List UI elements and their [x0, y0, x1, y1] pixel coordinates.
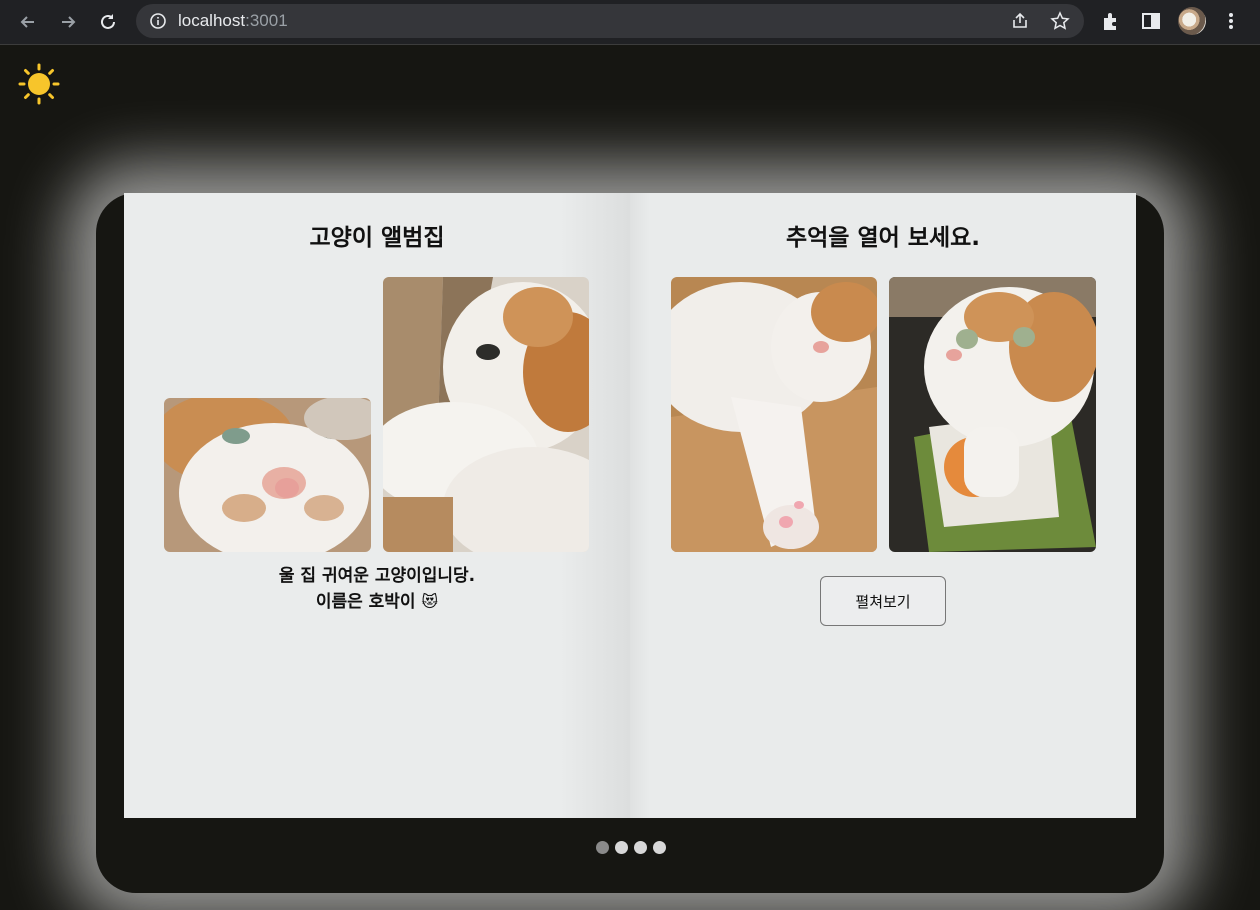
reload-icon[interactable]	[94, 8, 122, 36]
heart-eyes-cat-icon: 😻	[421, 592, 439, 611]
more-menu-icon[interactable]	[1220, 10, 1242, 32]
url-text: localhost:3001	[178, 11, 288, 31]
open-album-button[interactable]: 펼쳐보기	[820, 576, 946, 626]
back-arrow-icon[interactable]	[14, 8, 42, 36]
cat-sleeping-photo	[671, 277, 877, 552]
forward-arrow-icon[interactable]	[54, 8, 82, 36]
bookmark-star-icon[interactable]	[1050, 11, 1070, 31]
cat-in-box-photo	[383, 277, 589, 552]
url-port: :3001	[245, 11, 288, 30]
left-page-caption: 울 집 귀여운 고양이입니당. 이름은 호박이 😻	[124, 563, 630, 615]
page-dot-2[interactable]	[615, 841, 628, 854]
left-page-title: 고양이 앨범집	[309, 225, 445, 251]
address-bar[interactable]: localhost:3001	[136, 4, 1084, 38]
page-dot-3[interactable]	[634, 841, 647, 854]
album-left-page[interactable]: 고양이 앨범집 울 집 귀여운 고양이입니당. 이름은 호박이 😻	[124, 193, 630, 818]
caption-line-1: 울 집 귀여운 고양이입니당.	[278, 566, 476, 586]
browser-toolbar: localhost:3001	[0, 0, 1260, 45]
page-content: 고양이 앨범집 울 집 귀여운 고양이입니당. 이름은 호박이 😻 추억을 열어…	[0, 45, 1260, 910]
side-panel-icon[interactable]	[1140, 10, 1162, 32]
url-host: localhost	[178, 11, 246, 30]
page-dot-1[interactable]	[596, 841, 609, 854]
share-icon[interactable]	[1010, 11, 1030, 31]
sun-icon[interactable]	[18, 63, 60, 105]
profile-avatar[interactable]	[1178, 7, 1206, 35]
site-info-icon[interactable]	[148, 11, 168, 31]
photo-album-book[interactable]: 고양이 앨범집 울 집 귀여운 고양이입니당. 이름은 호박이 😻 추억을 열어…	[124, 193, 1136, 818]
extensions-icon[interactable]	[1100, 10, 1122, 32]
album-right-page[interactable]: 추억을 열어 보세요. 펼쳐보기	[630, 193, 1136, 818]
page-indicator-dots	[596, 841, 666, 854]
right-page-title: 추억을 열어 보세요.	[785, 225, 981, 251]
caption-line-2: 이름은 호박이 😻	[124, 589, 630, 615]
caption-line-2-text: 이름은 호박이	[315, 592, 416, 612]
cat-on-books-photo	[889, 277, 1096, 552]
page-dot-4[interactable]	[653, 841, 666, 854]
cat-face-closeup-photo	[164, 398, 371, 552]
